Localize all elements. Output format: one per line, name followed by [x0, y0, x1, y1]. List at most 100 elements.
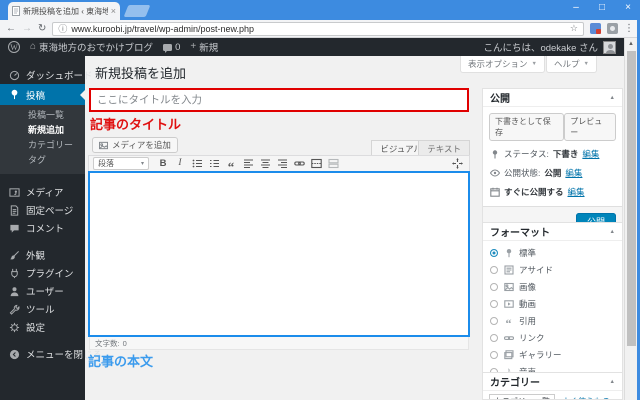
- sidebar-item-settings[interactable]: 設定: [0, 318, 85, 336]
- browser-titlebar: 新規投稿を追加 ‹ 東海地… × – □ ×: [0, 0, 640, 20]
- refresh-icon[interactable]: ↻: [38, 23, 46, 34]
- admin-bar-site-link[interactable]: ⌂ 東海地方のおでかけブログ: [30, 40, 153, 55]
- tab-close-icon[interactable]: ×: [111, 6, 116, 16]
- comment-bubble-icon: [163, 43, 173, 53]
- sidebar-item-media[interactable]: メディア: [0, 183, 85, 201]
- url-omnibox[interactable]: ⓘ www.kuroobi.jp/travel/wp-admin/post-ne…: [52, 21, 584, 36]
- collapse-toggle-icon[interactable]: ▲: [610, 95, 615, 101]
- new-tab-button[interactable]: [123, 5, 151, 17]
- wordpress-logo-icon[interactable]: W: [8, 41, 20, 53]
- edit-schedule-link[interactable]: 編集: [568, 186, 585, 198]
- preview-button[interactable]: プレビュー: [564, 113, 616, 141]
- submenu-item-tags[interactable]: タグ: [0, 153, 85, 168]
- browser-tab[interactable]: 新規投稿を追加 ‹ 東海地… ×: [8, 2, 120, 20]
- admin-bar-new-link[interactable]: + 新規: [190, 40, 218, 55]
- sidebar-item-users[interactable]: ユーザー: [0, 282, 85, 300]
- submenu-item-all-posts[interactable]: 投稿一覧: [0, 108, 85, 123]
- add-media-icon: [99, 141, 108, 149]
- align-right-button[interactable]: [274, 157, 290, 171]
- sidebar-collapse-menu[interactable]: メニューを閉じる: [0, 345, 102, 363]
- screen-options-button[interactable]: 表示オプション ▼: [460, 56, 545, 73]
- radio-unselected[interactable]: [490, 351, 498, 359]
- sidebar-item-appearance[interactable]: 外観: [0, 246, 85, 264]
- bullet-list-button[interactable]: [189, 157, 205, 171]
- align-center-button[interactable]: [257, 157, 273, 171]
- site-info-icon[interactable]: ⓘ: [58, 22, 67, 35]
- format-metabox: フォーマット ▲ 標準 アサイド 画像 動画 “ 引用 リンク ギャラリー: [482, 222, 623, 387]
- chevron-down-icon: ▼: [583, 61, 589, 67]
- forward-icon[interactable]: →: [22, 23, 32, 34]
- url-text[interactable]: www.kuroobi.jp/travel/wp-admin/post-new.…: [71, 24, 566, 34]
- format-option-quote[interactable]: “ 引用: [490, 315, 615, 329]
- toolbar-toggle-button[interactable]: [325, 157, 341, 171]
- extension-icon[interactable]: [607, 23, 618, 34]
- radio-unselected[interactable]: [490, 300, 498, 308]
- edit-visibility-link[interactable]: 編集: [565, 167, 582, 179]
- bookmark-star-icon[interactable]: ☆: [570, 23, 578, 34]
- align-left-button[interactable]: [240, 157, 256, 171]
- collapse-toggle-icon[interactable]: ▲: [610, 229, 615, 235]
- home-icon: ⌂: [30, 41, 37, 52]
- format-box-title: フォーマット: [490, 228, 550, 239]
- page-favicon: [12, 6, 20, 16]
- sidebar-item-dashboard[interactable]: ダッシュボード: [0, 66, 93, 84]
- browser-menu-icon[interactable]: ⋮: [624, 23, 634, 34]
- sidebar-item-tools[interactable]: ツール: [0, 300, 85, 318]
- read-more-tag-button[interactable]: [308, 157, 324, 171]
- save-draft-button[interactable]: 下書きとして保存: [489, 113, 565, 141]
- window-minimize-button[interactable]: –: [570, 2, 582, 13]
- back-icon[interactable]: ←: [6, 23, 16, 34]
- add-media-button[interactable]: メディアを追加: [92, 137, 178, 153]
- wp-admin-bar: W ⌂ 東海地方のおでかけブログ 0 + 新規 こんにちは、odekake さん: [0, 38, 624, 56]
- sidebar-item-comments[interactable]: コメント: [0, 219, 85, 237]
- format-option-link[interactable]: リンク: [490, 332, 615, 344]
- radio-unselected[interactable]: [490, 283, 498, 291]
- scroll-up-icon[interactable]: ▲: [625, 38, 637, 47]
- wrench-icon: [8, 303, 20, 315]
- paragraph-style-select[interactable]: 段落 ▾: [93, 157, 149, 170]
- visibility-eye-icon: [489, 168, 501, 178]
- post-body-editor[interactable]: [88, 171, 470, 337]
- numbered-list-button[interactable]: [206, 157, 222, 171]
- submenu-item-categories[interactable]: カテゴリー: [0, 138, 85, 153]
- submenu-item-add-new[interactable]: 新規追加: [0, 123, 85, 138]
- format-option-aside[interactable]: アサイド: [490, 264, 615, 276]
- tab-text-editor[interactable]: テキスト: [418, 140, 470, 156]
- radio-unselected[interactable]: [490, 334, 498, 342]
- post-title-input[interactable]: [89, 88, 469, 112]
- radio-unselected[interactable]: [490, 266, 498, 274]
- blockquote-button[interactable]: “: [223, 157, 239, 173]
- format-option-standard[interactable]: 標準: [490, 247, 615, 259]
- radio-selected[interactable]: [490, 249, 498, 257]
- scrollbar-thumb[interactable]: [627, 51, 636, 346]
- window-maximize-button[interactable]: □: [596, 2, 608, 13]
- window-close-button[interactable]: ×: [622, 2, 634, 13]
- status-pin-icon: [490, 149, 500, 159]
- sidebar-item-posts[interactable]: 投稿: [0, 84, 85, 105]
- admin-bar-comments-link[interactable]: 0: [163, 42, 180, 53]
- page-scrollbar[interactable]: ▲: [624, 38, 637, 400]
- bold-button[interactable]: B: [155, 157, 171, 171]
- format-option-video[interactable]: 動画: [490, 298, 615, 310]
- browser-addressbar: ← → ↻ ⓘ www.kuroobi.jp/travel/wp-admin/p…: [0, 20, 640, 38]
- howdy-greeting[interactable]: こんにちは、odekake さん: [483, 40, 598, 54]
- annotation-title-label: 記事のタイトル: [90, 117, 182, 132]
- page-title: 新規投稿を追加: [95, 66, 187, 81]
- sidebar-item-pages[interactable]: 固定ページ: [0, 201, 85, 219]
- link-button[interactable]: [291, 157, 307, 171]
- format-option-image[interactable]: 画像: [490, 281, 615, 293]
- help-button[interactable]: ヘルプ ▼: [546, 56, 597, 73]
- category-tab-all[interactable]: カテゴリー一覧: [489, 394, 555, 399]
- user-avatar[interactable]: [603, 40, 616, 54]
- format-option-gallery[interactable]: ギャラリー: [490, 349, 615, 361]
- edit-status-link[interactable]: 編集: [582, 148, 599, 160]
- category-tab-most-used[interactable]: よく使うもの: [562, 396, 610, 399]
- radio-unselected[interactable]: [490, 317, 498, 325]
- collapse-toggle-icon[interactable]: ▲: [610, 379, 615, 385]
- extension-icon[interactable]: [590, 23, 601, 34]
- italic-button[interactable]: I: [172, 157, 188, 171]
- sidebar-item-plugins[interactable]: プラグイン: [0, 264, 85, 282]
- category-box-title: カテゴリー: [490, 378, 540, 389]
- distraction-free-button[interactable]: [449, 157, 465, 171]
- comments-icon: [8, 222, 20, 234]
